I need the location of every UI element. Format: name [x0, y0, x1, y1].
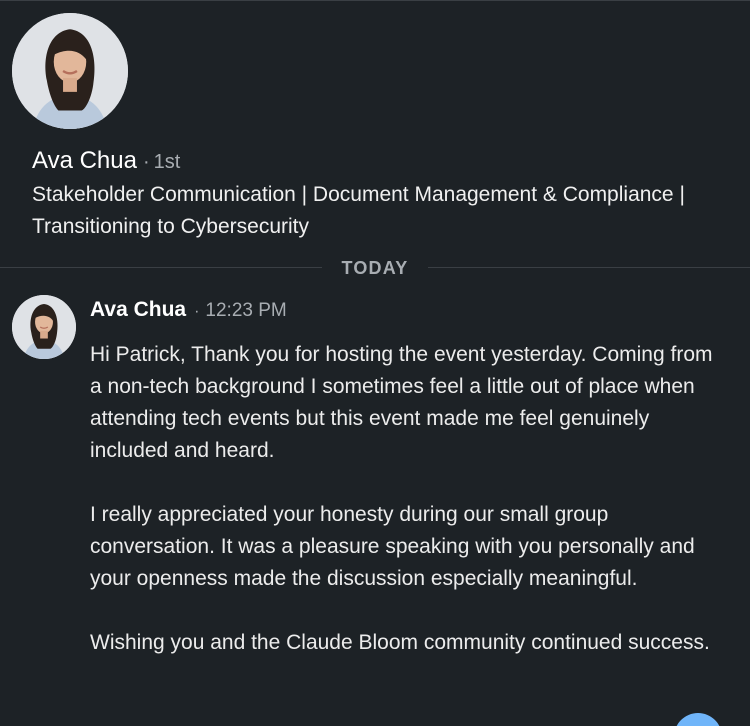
- message-body: Hi Patrick, Thank you for hosting the ev…: [90, 339, 730, 659]
- profile-photo-icon: [12, 13, 128, 129]
- profile-separator: ·: [142, 151, 150, 173]
- message-sender-name[interactable]: Ava Chua: [90, 298, 186, 321]
- floating-action-button[interactable]: [674, 713, 722, 726]
- message-paragraph: Wishing you and the Claude Bloom communi…: [90, 631, 710, 654]
- profile-headline: Stakeholder Communication | Document Man…: [32, 183, 685, 238]
- profile-name[interactable]: Ava Chua: [32, 147, 137, 174]
- message-sender-avatar[interactable]: [12, 295, 76, 359]
- message-timestamp: 12:23 PM: [205, 300, 287, 321]
- profile-avatar[interactable]: [12, 13, 128, 129]
- date-divider-label: TODAY: [322, 257, 428, 279]
- message-header: Ava Chua · 12:23 PM: [90, 295, 287, 327]
- connection-degree: 1st: [153, 151, 181, 173]
- conversation-pane: Ava Chua · 1st Stakeholder Communication |…: [0, 0, 750, 726]
- message-paragraph: Hi Patrick, Thank you for hosting the ev…: [90, 343, 713, 462]
- message-separator: ·: [194, 303, 200, 320]
- message-paragraph: I really appreciated your honesty during…: [90, 503, 695, 590]
- profile-photo-icon: [12, 295, 76, 359]
- profile-name-line: Ava Chua · 1st: [32, 145, 180, 178]
